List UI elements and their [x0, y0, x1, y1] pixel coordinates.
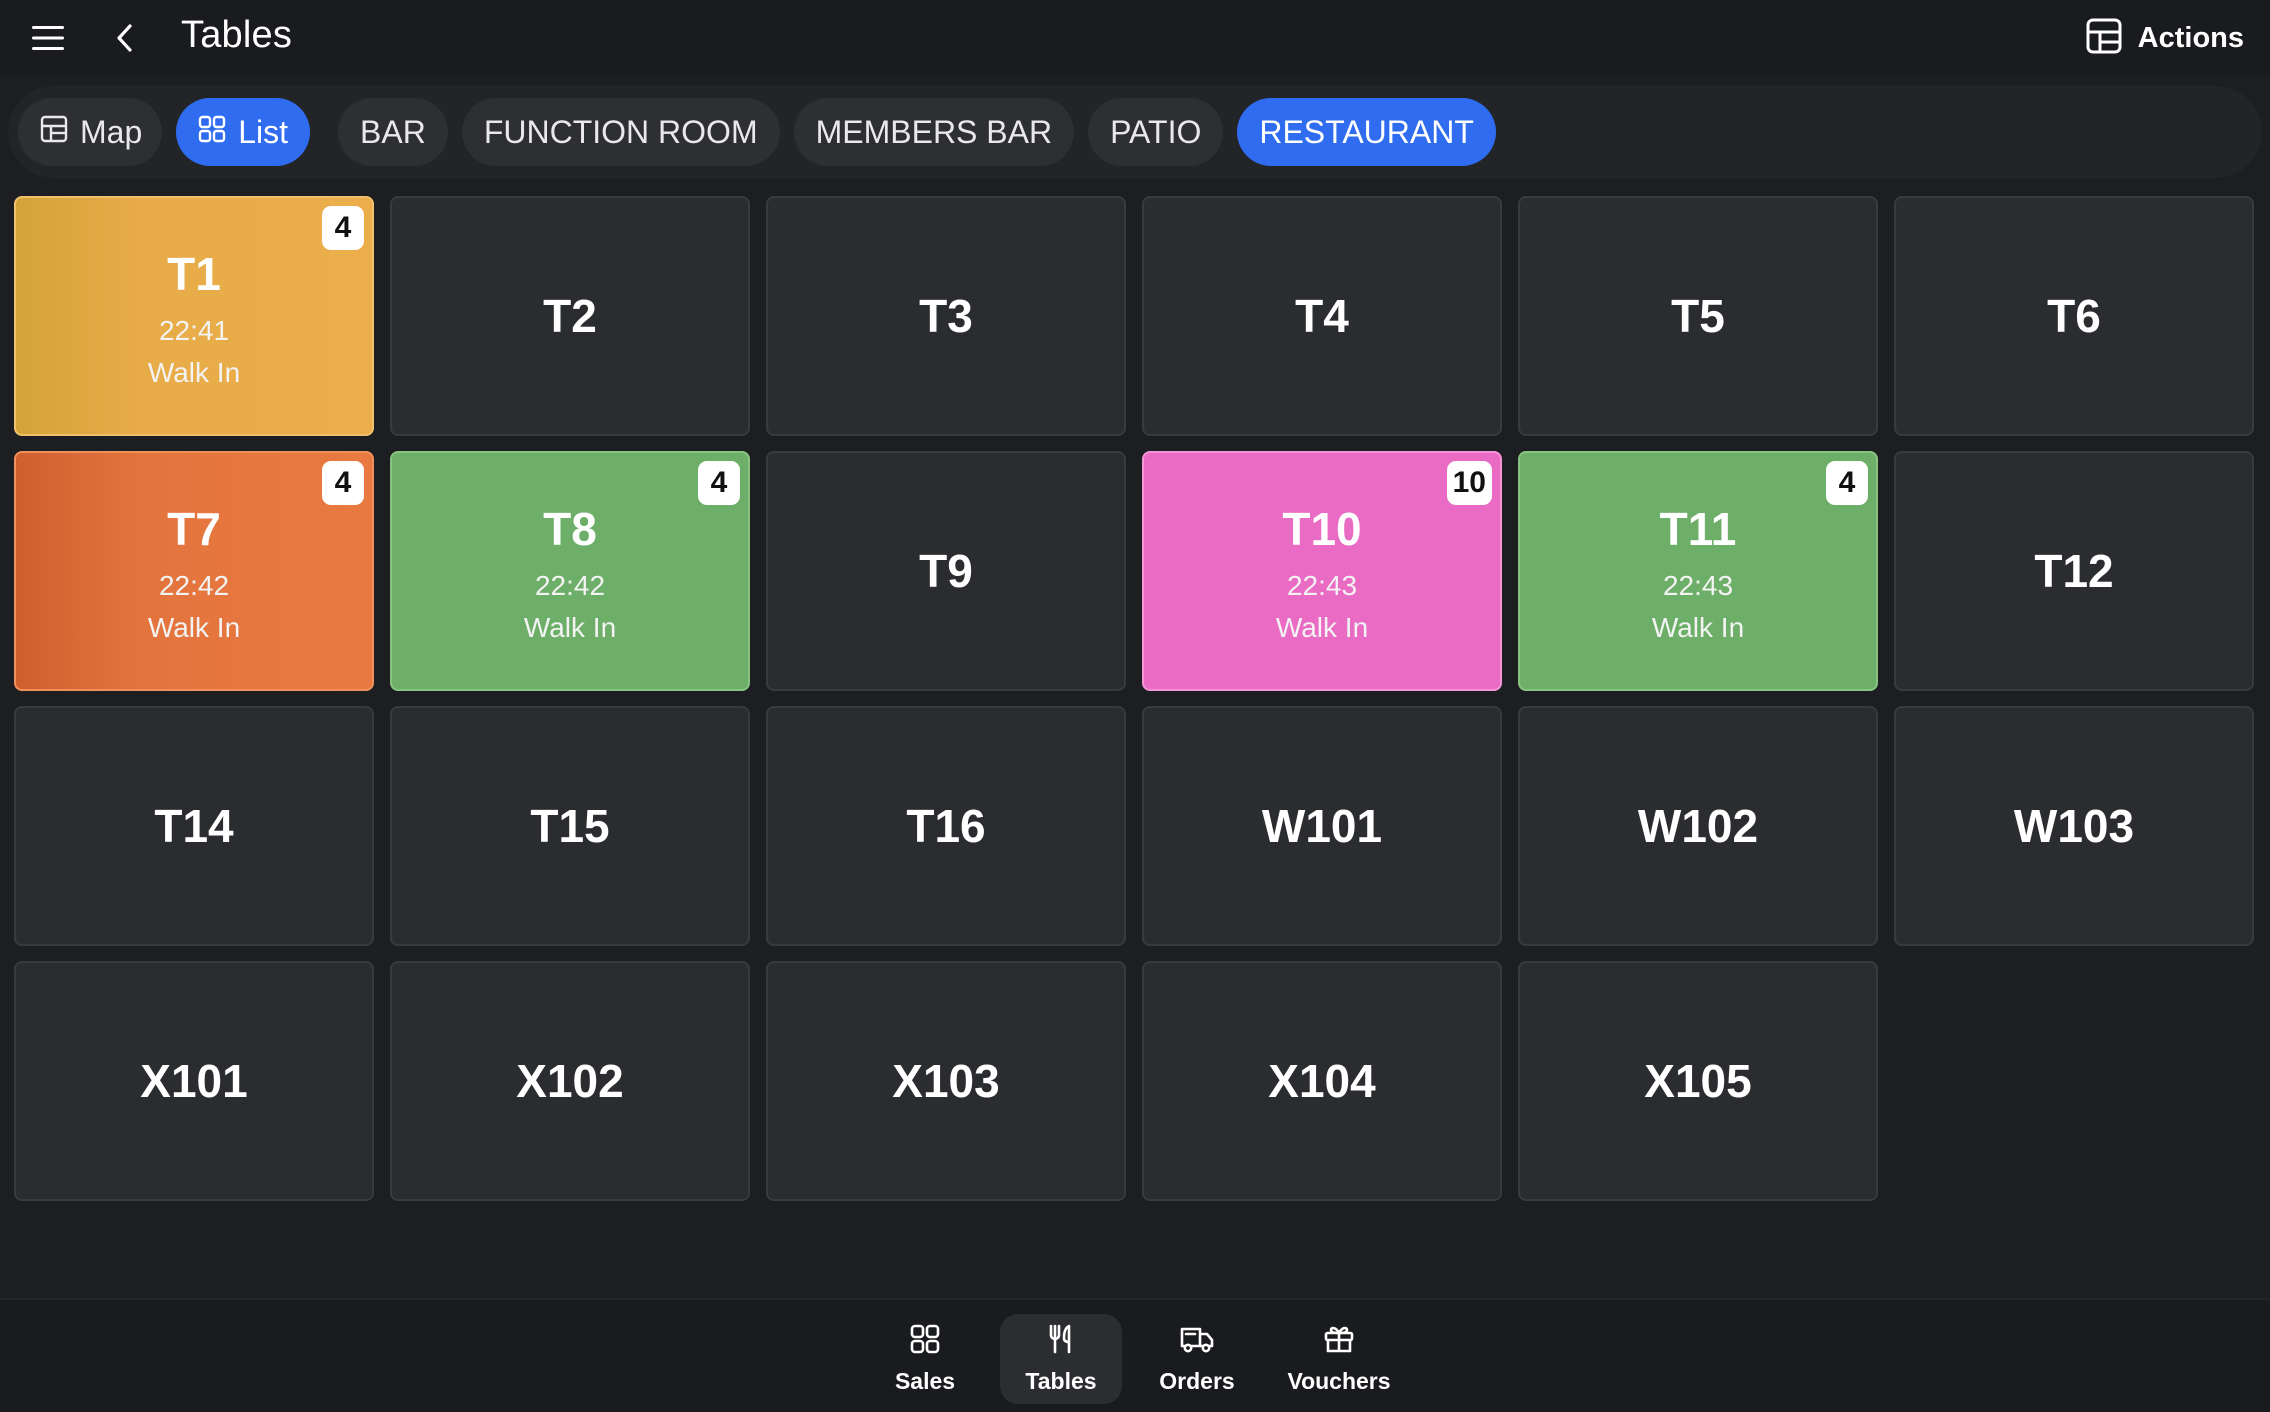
table-name: W103: [2013, 800, 2135, 852]
table-name: T15: [530, 800, 610, 852]
table-name: T14: [154, 800, 234, 852]
table-name: W101: [1261, 800, 1383, 852]
table-tile[interactable]: T4: [1142, 196, 1502, 436]
area-tab-label: PATIO: [1110, 113, 1202, 150]
nav-label: Orders: [1159, 1368, 1235, 1394]
table-tile[interactable]: W102: [1518, 706, 1878, 946]
nav-vouchers[interactable]: Vouchers: [1274, 1314, 1404, 1404]
area-tab-bar[interactable]: BAR: [338, 98, 448, 166]
table-tile[interactable]: 4 T7 22:42 Walk In: [14, 451, 374, 691]
area-tab-label: RESTAURANT: [1259, 113, 1474, 150]
gift-icon: [1323, 1323, 1355, 1360]
nav-tables[interactable]: Tables: [1000, 1314, 1122, 1404]
nav-label: Sales: [894, 1368, 956, 1394]
table-name: T16: [906, 800, 986, 852]
area-filter-bar: Map List BAR FUNCTION ROOM MEMBERS BAR P…: [8, 86, 2262, 178]
area-tab-label: BAR: [360, 113, 426, 150]
page-title: Tables: [181, 14, 293, 56]
table-name: T10: [1282, 503, 1362, 555]
area-tab-restaurant[interactable]: RESTAURANT: [1237, 98, 1496, 166]
table-status: Walk In: [147, 357, 241, 388]
table-time: 22:43: [1662, 570, 1734, 601]
chevron-left-icon[interactable]: [96, 10, 152, 66]
table-name: T4: [1295, 290, 1349, 342]
guest-count-badge: 4: [1826, 461, 1868, 505]
table-tile[interactable]: T15: [390, 706, 750, 946]
area-tab-patio[interactable]: PATIO: [1088, 98, 1224, 166]
table-tile[interactable]: T12: [1894, 451, 2254, 691]
table-tile[interactable]: 4 T11 22:43 Walk In: [1518, 451, 1878, 691]
table-name: W102: [1637, 800, 1759, 852]
grid-icon: [198, 114, 226, 151]
actions-label: Actions: [2137, 21, 2244, 54]
nav-sales[interactable]: Sales: [880, 1314, 970, 1404]
actions-button[interactable]: Actions: [2086, 10, 2244, 66]
table-name: T8: [543, 503, 597, 555]
table-tile[interactable]: T2: [390, 196, 750, 436]
table-name: X105: [1644, 1055, 1752, 1107]
view-toggle-map-label: Map: [80, 113, 143, 150]
map-layout-icon: [40, 114, 68, 151]
table-name: T5: [1671, 290, 1725, 342]
table-name: T11: [1659, 503, 1737, 555]
table-name: T2: [543, 290, 597, 342]
table-tile[interactable]: 10 T10 22:43 Walk In: [1142, 451, 1502, 691]
delivery-truck-icon: [1179, 1323, 1215, 1360]
nav-label: Vouchers: [1287, 1368, 1391, 1394]
table-name: X101: [140, 1055, 248, 1107]
table-tile[interactable]: T9: [766, 451, 1126, 691]
table-status: Walk In: [1275, 612, 1369, 643]
table-name: T1: [167, 248, 221, 300]
table-tile[interactable]: X105: [1518, 961, 1878, 1201]
view-toggle-list-label: List: [238, 113, 289, 150]
table-tile[interactable]: T16: [766, 706, 1126, 946]
view-toggle-map[interactable]: Map: [18, 98, 163, 166]
table-name: T6: [2047, 290, 2101, 342]
table-tile[interactable]: T5: [1518, 196, 1878, 436]
table-time: 22:43: [1286, 570, 1358, 601]
area-tab-members-bar[interactable]: MEMBERS BAR: [793, 98, 1075, 166]
top-app-bar: Tables Actions: [0, 0, 2270, 76]
table-tile[interactable]: X102: [390, 961, 750, 1201]
guest-count-badge: 10: [1446, 461, 1492, 505]
view-toggle-list[interactable]: List: [176, 98, 311, 166]
table-name: X104: [1268, 1055, 1376, 1107]
table-tile[interactable]: W101: [1142, 706, 1502, 946]
nav-orders[interactable]: Orders: [1150, 1314, 1244, 1404]
table-status: Walk In: [147, 612, 241, 643]
area-tab-label: FUNCTION ROOM: [483, 113, 758, 150]
table-tile[interactable]: X104: [1142, 961, 1502, 1201]
area-tab-function-room[interactable]: FUNCTION ROOM: [461, 98, 780, 166]
table-tile[interactable]: W103: [1894, 706, 2254, 946]
table-tile[interactable]: X103: [766, 961, 1126, 1201]
table-tile[interactable]: 4 T8 22:42 Walk In: [390, 451, 750, 691]
layout-dashboard-icon: [2086, 18, 2122, 59]
area-tab-label: MEMBERS BAR: [815, 113, 1053, 150]
table-name: T7: [167, 503, 221, 555]
guest-count-badge: 4: [698, 461, 740, 505]
nav-label: Tables: [1025, 1368, 1097, 1394]
table-time: 22:42: [534, 570, 606, 601]
table-name: T3: [919, 290, 973, 342]
table-time: 22:42: [158, 570, 230, 601]
tables-grid: 4 T1 22:41 Walk In T2 T3 T4 T5 T6 4 T7 2…: [14, 196, 2254, 1201]
bottom-navigation: Sales Tables Orders Vouchers: [0, 1298, 2270, 1412]
fork-knife-icon: [1045, 1323, 1077, 1360]
table-name: T12: [2034, 545, 2114, 597]
table-status: Walk In: [1651, 612, 1745, 643]
table-name: T9: [919, 545, 973, 597]
table-name: X103: [892, 1055, 1000, 1107]
table-status: Walk In: [523, 612, 617, 643]
table-tile[interactable]: X101: [14, 961, 374, 1201]
table-tile[interactable]: T14: [14, 706, 374, 946]
grid-icon: [909, 1323, 941, 1360]
guest-count-badge: 4: [322, 206, 364, 250]
table-time: 22:41: [158, 315, 230, 346]
table-tile[interactable]: T6: [1894, 196, 2254, 436]
table-tile[interactable]: 4 T1 22:41 Walk In: [14, 196, 374, 436]
table-name: X102: [516, 1055, 624, 1107]
guest-count-badge: 4: [322, 461, 364, 505]
table-tile[interactable]: T3: [766, 196, 1126, 436]
hamburger-menu-icon[interactable]: [20, 10, 76, 66]
